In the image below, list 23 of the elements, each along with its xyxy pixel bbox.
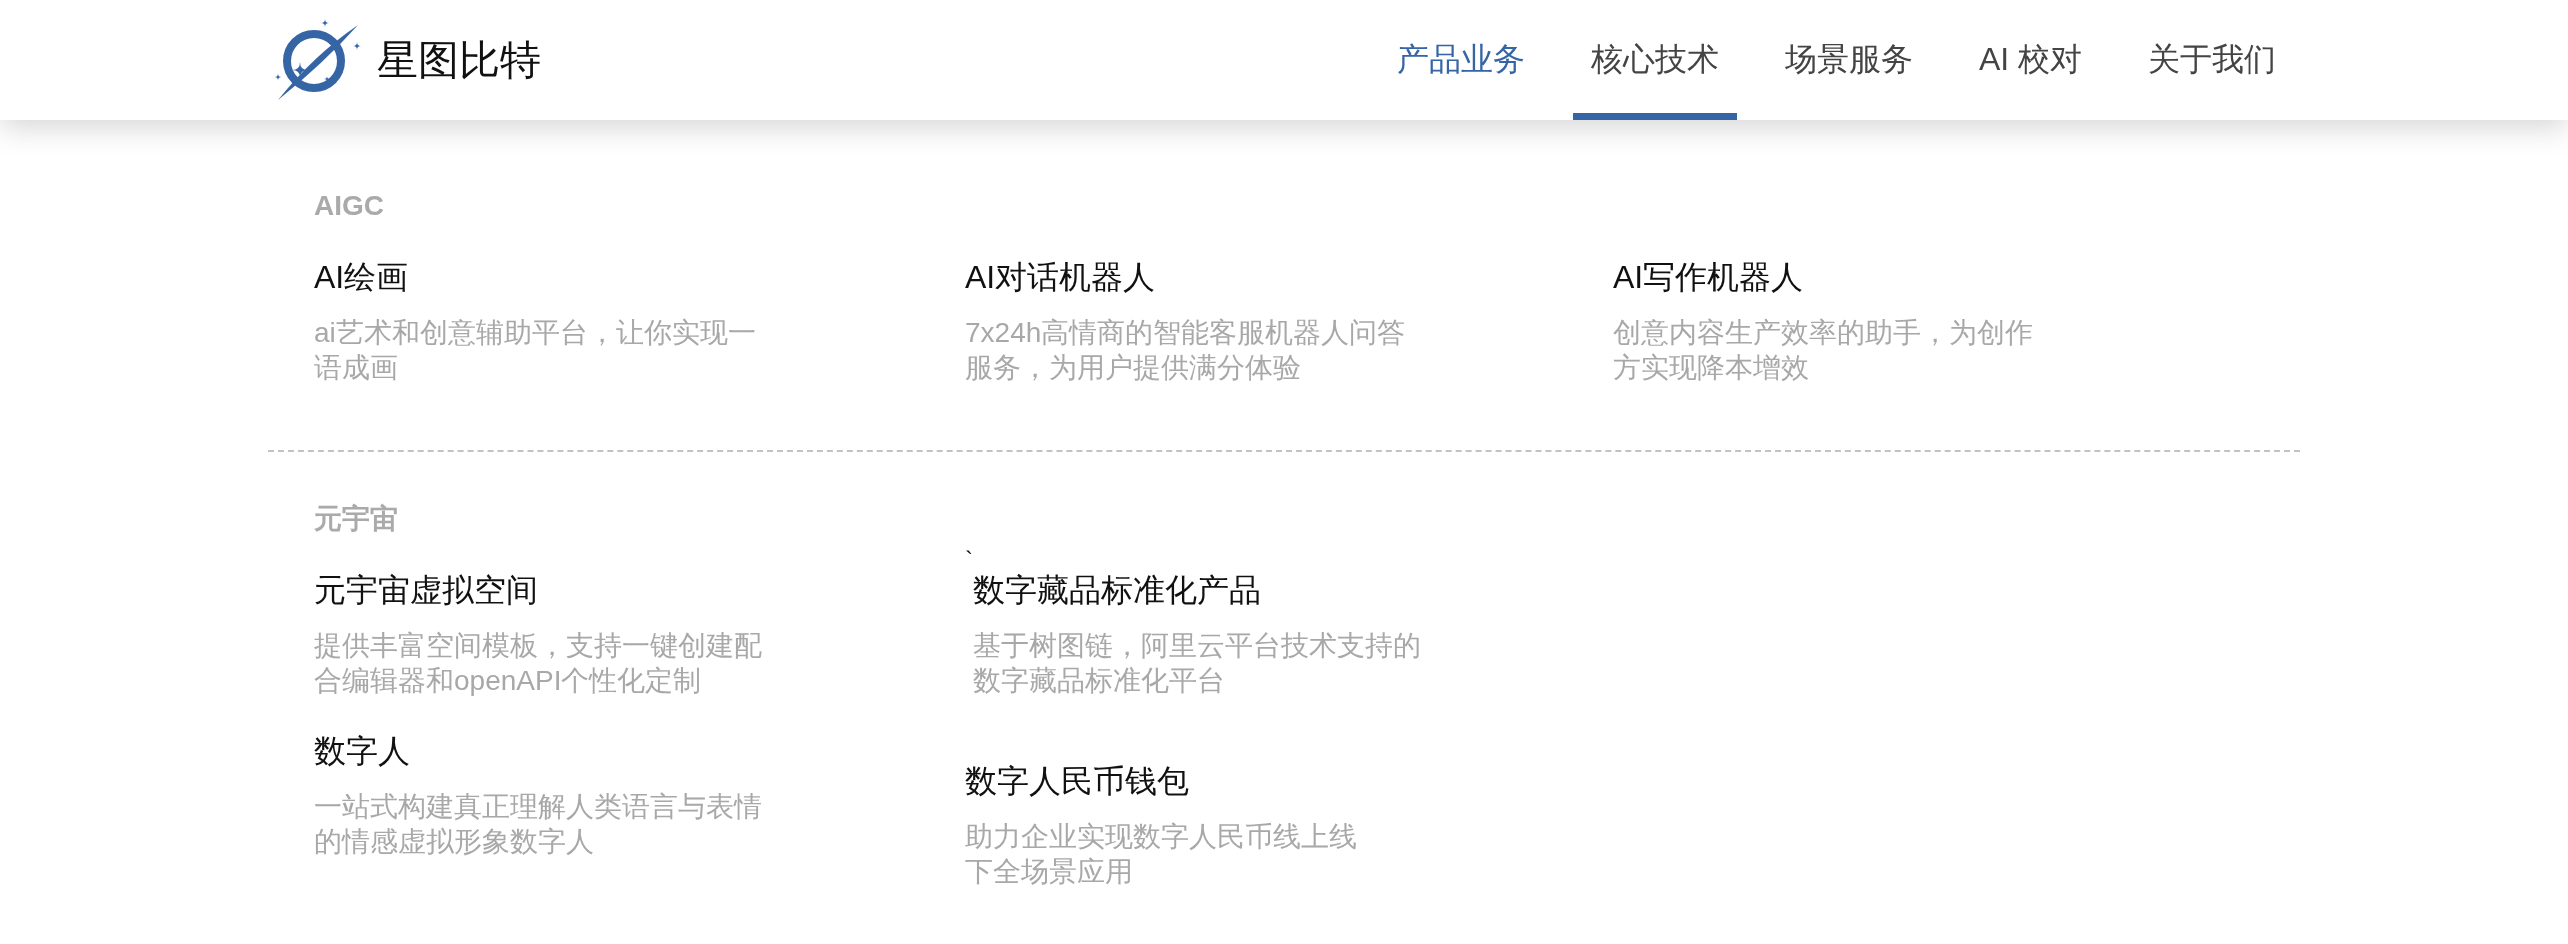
product-link[interactable]: AI绘画	[314, 257, 409, 297]
product-description: 提供丰富空间模板，支持一键创建配合编辑器和openAPI个性化定制	[314, 629, 763, 698]
nav-tab[interactable]: 场景服务	[1766, 0, 1931, 120]
product-link[interactable]: AI写作机器人	[1613, 257, 1804, 297]
nav-tab[interactable]: 产品业务	[1378, 0, 1543, 120]
nav-tab[interactable]: 核心技术	[1572, 0, 1737, 120]
brand-logo-link[interactable]: 星图比特	[274, 17, 541, 103]
section-heading: AIGC	[314, 189, 384, 223]
product-link[interactable]: AI对话机器人	[965, 257, 1156, 297]
product-link[interactable]: 元宇宙虚拟空间	[314, 570, 538, 610]
section-heading: 元宇宙	[314, 502, 398, 536]
product-description: 7x24h高情商的智能客服机器人问答服务，为用户提供满分体验	[965, 316, 1407, 385]
product-description: ai艺术和创意辅助平台，让你实现一语成画	[314, 316, 757, 385]
nav-tab[interactable]: 关于我们	[2130, 0, 2294, 120]
nav-tab[interactable]: AI 校对	[1960, 0, 2100, 120]
product-description: 助力企业实现数字人民币线上线下全场景应用	[965, 820, 1358, 889]
product-link[interactable]: 数字人	[314, 731, 410, 771]
product-link[interactable]: 数字藏品标准化产品	[973, 570, 1261, 610]
product-description: 一站式构建真正理解人类语言与表情的情感虚拟形象数字人	[314, 790, 763, 859]
product-link[interactable]: 数字人民币钱包	[965, 761, 1189, 801]
product-description: 基于树图链，阿里云平台技术支持的数字藏品标准化平台	[973, 629, 1422, 698]
product-description: 创意内容生产效率的助手，为创作方实现降本增效	[1613, 316, 2034, 385]
stray-mark: `	[965, 550, 973, 570]
